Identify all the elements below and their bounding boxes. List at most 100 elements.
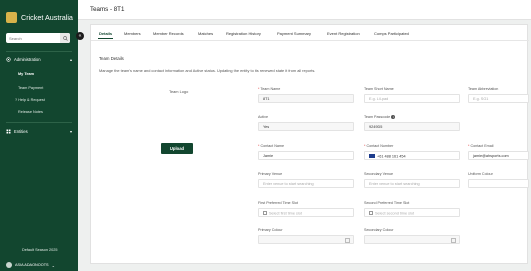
page-title: Teams - 8T1 — [90, 6, 125, 13]
section-title: Team Details — [99, 56, 124, 61]
nav-divider — [6, 51, 72, 52]
sidebar-item-entities[interactable]: Entities ▾ — [0, 129, 78, 134]
tab-comps-participated[interactable]: Comps Participated — [374, 31, 409, 36]
help-icon: ? — [15, 98, 18, 102]
sidebar-item-label: Administration — [14, 57, 41, 62]
colour-picker-icon[interactable] — [345, 237, 350, 243]
primary-colour-field: Primary Colour — [258, 228, 354, 244]
field-label: Team Passcode — [364, 115, 391, 119]
sidebar-item-administration[interactable]: Administration ▴ — [0, 57, 78, 62]
chevron-down-icon: ⌄ — [51, 263, 55, 268]
section-description: Manage the team's name and contact infor… — [99, 68, 316, 73]
sidebar-item-label: Release Notes — [18, 110, 43, 114]
secondary-colour-field: Secondary Colour — [364, 228, 460, 244]
second-time-slot-field: Second Preferred Time Slot Select second… — [364, 201, 460, 217]
tab-member-records[interactable]: Member Records — [153, 31, 184, 36]
calendar-icon — [263, 211, 267, 215]
field-label: Contact Name — [260, 144, 285, 148]
environment-label: Default Season 2025 — [22, 248, 58, 252]
field-label: Secondary Colour — [364, 228, 394, 232]
tab-details[interactable]: Details — [97, 31, 114, 39]
user-menu[interactable]: ASIA ADAONOOTS ⌄ — [6, 262, 55, 268]
secondary-colour-input[interactable] — [364, 235, 460, 244]
uniform-colour-input[interactable] — [468, 179, 529, 188]
sidebar-item-my-team[interactable]: My Team — [0, 72, 78, 76]
sidebar-item-release-notes[interactable]: Release Notes — [0, 110, 78, 114]
tab-payment-summary[interactable]: Payment Summary — [277, 31, 311, 36]
colour-picker-icon[interactable] — [451, 237, 456, 243]
chevron-up-icon: ▴ — [69, 57, 72, 62]
brand[interactable]: Cricket Australia — [6, 12, 73, 23]
sidebar-item-label: My Team — [18, 72, 34, 76]
collapse-sidebar-button[interactable]: « — [76, 32, 84, 40]
active-select[interactable]: Yes — [258, 122, 354, 131]
team-abbreviation-field: Team Abbreviation E.g. SG1 — [468, 87, 529, 103]
sidebar-item-label: Help & Request — [18, 98, 45, 102]
contact-number-input[interactable]: +61 488 161 454 — [364, 151, 460, 160]
first-time-slot-field: First Preferred Time Slot Select first t… — [258, 201, 354, 217]
page-header: Teams - 8T1 — [78, 0, 531, 20]
contact-email-input[interactable]: jamie@ahsports.com — [468, 151, 529, 160]
primary-venue-field: Primary Venue Enter venue to start searc… — [258, 172, 354, 188]
secondary-venue-input[interactable]: Enter venue to start searching — [364, 179, 460, 188]
contact-name-field: * Contact Name Jamie — [258, 144, 354, 160]
field-label: First Preferred Time Slot — [258, 201, 298, 205]
field-label: Contact Number — [366, 144, 394, 148]
team-logo-label: Team Logo — [169, 89, 189, 94]
primary-venue-input[interactable]: Enter venue to start searching — [258, 179, 354, 188]
team-name-input[interactable]: 8T1 — [258, 94, 354, 103]
field-label: Secondary Venue — [364, 172, 394, 176]
contact-email-field: * Contact Email jamie@ahsports.com — [468, 144, 529, 160]
team-passcode-field: Team Passcode i 9249D5 — [364, 115, 460, 131]
tab-members[interactable]: Members — [124, 31, 141, 36]
user-name: ASIA ADAONOOTS — [15, 263, 49, 267]
sidebar-item-label: Team Payment — [18, 86, 44, 90]
search-icon — [62, 35, 68, 41]
sidebar-item-help-request[interactable]: ? Help & Request — [0, 98, 78, 102]
field-label: Primary Colour — [258, 228, 283, 232]
field-label: Contact Email — [470, 144, 494, 148]
first-time-slot-select[interactable]: Select first time slot — [258, 208, 354, 217]
tab-bar: Details Members Member Records Matches R… — [91, 25, 529, 41]
team-name-field: * Team Name 8T1 — [258, 87, 354, 103]
tab-matches[interactable]: Matches — [198, 31, 213, 36]
brand-name: Cricket Australia — [21, 13, 73, 22]
administration-icon — [6, 57, 11, 62]
entities-icon — [6, 129, 11, 134]
main-content: Teams - 8T1 Details Members Member Recor… — [78, 0, 531, 271]
team-abbreviation-input[interactable]: E.g. SG1 — [468, 94, 529, 103]
contact-number-value: +61 488 161 454 — [377, 154, 406, 159]
field-label: Team Short Name — [364, 87, 394, 91]
chevron-down-icon: ▾ — [69, 129, 72, 134]
contact-name-input[interactable]: Jamie — [258, 151, 354, 160]
team-short-name-input[interactable]: E.g. Lil-pad — [364, 94, 460, 103]
search-input[interactable] — [9, 35, 59, 41]
first-time-slot-placeholder: Select first time slot — [269, 211, 302, 216]
info-icon[interactable]: i — [391, 115, 396, 119]
avatar — [6, 262, 12, 268]
sidebar-item-label: Entities — [14, 129, 28, 134]
primary-colour-input[interactable] — [258, 235, 354, 244]
field-label: Team Abbreviation — [468, 87, 499, 91]
team-short-name-field: Team Short Name E.g. Lil-pad — [364, 87, 460, 103]
field-label: Team Name — [260, 87, 281, 91]
field-label: Active — [258, 115, 269, 119]
sidebar: Cricket Australia Administration ▴ My Te… — [0, 0, 78, 271]
nav-divider — [6, 122, 72, 123]
second-time-slot-select[interactable]: Select second time slot — [364, 208, 460, 217]
upload-logo-button[interactable]: Upload — [161, 143, 193, 154]
sidebar-item-team-payment[interactable]: Team Payment — [0, 86, 78, 90]
field-label: Uniform Colour — [468, 172, 493, 176]
search-button[interactable] — [60, 33, 70, 43]
sidebar-search — [6, 33, 70, 43]
active-field: Active Yes — [258, 115, 354, 131]
second-time-slot-placeholder: Select second time slot — [375, 211, 415, 216]
tab-registration-history[interactable]: Registration History — [226, 31, 261, 36]
au-flag-icon[interactable] — [369, 154, 375, 158]
team-details-card: Details Members Member Records Matches R… — [90, 24, 529, 264]
contact-number-field: * Contact Number +61 488 161 454 — [364, 144, 460, 160]
field-label: Primary Venue — [258, 172, 283, 176]
team-passcode-input[interactable]: 9249D5 — [364, 122, 460, 131]
brand-logo-icon — [6, 12, 17, 23]
tab-event-registration[interactable]: Event Registration — [327, 31, 360, 36]
